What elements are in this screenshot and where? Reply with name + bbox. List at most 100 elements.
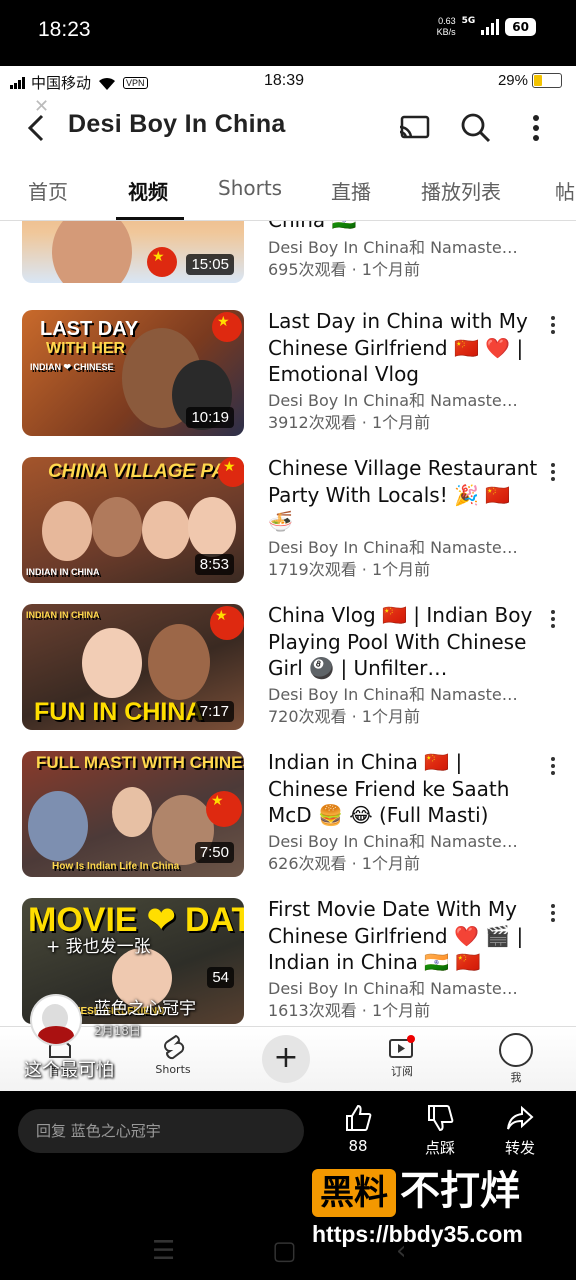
list-item[interactable]: 15:05 China 🇮🇳 Desi Boy In China和 Namast… xyxy=(0,221,576,287)
video-title[interactable]: China 🇮🇳 xyxy=(268,221,538,234)
tab-posts[interactable]: 帖 xyxy=(555,176,575,205)
thumbs-up-icon xyxy=(346,1104,372,1131)
video-channel: Desi Boy In China和 Namaste… xyxy=(268,538,518,557)
video-more-icon[interactable] xyxy=(546,902,560,926)
back-triangle-icon[interactable]: ‹ xyxy=(396,1236,406,1266)
thumbnail-text: LAST DAY xyxy=(40,318,139,340)
chevron-down-icon[interactable] xyxy=(526,1008,548,1022)
video-thumbnail[interactable]: LAST DAY WITH HER INDIAN ❤ CHINESE 10:19 xyxy=(22,310,244,436)
net-speed: 0.63 KB/s xyxy=(437,16,456,38)
nav-label: Shorts xyxy=(155,1063,191,1076)
video-more-icon[interactable] xyxy=(546,314,560,338)
cast-icon[interactable] xyxy=(396,110,432,146)
tab-playlists[interactable]: 播放列表 xyxy=(421,176,501,205)
video-more-icon[interactable] xyxy=(546,461,560,485)
video-title[interactable]: Indian in China 🇨🇳 | Chinese Friend ke S… xyxy=(268,749,538,829)
video-stats: 626次观看 · 1个月前 xyxy=(268,854,420,873)
thumbnail-text: FUN IN CHINA xyxy=(34,698,204,726)
thumbnail-person xyxy=(148,624,210,700)
list-item[interactable]: FULL MASTI WITH CHINESE How Is Indian Li… xyxy=(0,749,576,881)
video-thumbnail[interactable]: CHINA VILLAGE PARTY INDIAN IN CHINA 8:53 xyxy=(22,457,244,583)
video-more-icon[interactable] xyxy=(546,755,560,779)
share-icon xyxy=(507,1105,534,1130)
thumbnail-person xyxy=(112,787,152,837)
share-label: 转发 xyxy=(504,1139,535,1157)
thumbnail-person xyxy=(28,791,88,861)
like-button[interactable]: 88 xyxy=(328,1103,388,1155)
video-more-icon[interactable] xyxy=(546,608,560,632)
video-title[interactable]: Chinese Village Restaurant Party With Lo… xyxy=(268,455,538,535)
video-title[interactable]: Last Day in China with My Chinese Girlfr… xyxy=(268,308,538,388)
wifi-icon xyxy=(99,77,116,90)
watermark-box: 黑料 xyxy=(312,1169,396,1217)
thumbnail-text: WITH HER xyxy=(46,340,126,357)
video-channel: Desi Boy In China和 Namaste… xyxy=(268,979,518,998)
outer-status-bar: 18:23 0.63 KB/s 5G 60 xyxy=(0,0,576,66)
video-duration: 7:17 xyxy=(194,701,234,722)
comment-date: 2月18日 xyxy=(94,1024,141,1038)
list-item[interactable]: MOVIE ❤ DATE CHINESE GIRLFRIEND 54 First… xyxy=(0,896,576,1028)
thumbnail-person xyxy=(52,221,132,283)
outer-status-icons: 0.63 KB/s 5G 60 xyxy=(437,16,536,38)
thumbnail-text: How Is Indian Life In China xyxy=(52,861,180,872)
post-me-too-button[interactable]: + 我也发一张 xyxy=(46,932,151,957)
vpn-badge: VPN xyxy=(123,76,148,89)
video-title[interactable]: China Vlog 🇨🇳 | Indian Boy Playing Pool … xyxy=(268,602,538,682)
nav-subscriptions[interactable]: 订阅 xyxy=(372,1033,432,1079)
tab-videos[interactable]: 视频 xyxy=(128,176,168,205)
screenshot: 中国移动 VPN 18:39 29% ✕ Desi Boy In China 首… xyxy=(0,66,576,1091)
net-speed-value: 0.63 xyxy=(438,16,456,26)
tab-home[interactable]: 首页 xyxy=(28,176,68,205)
create-plus-icon[interactable]: + xyxy=(262,1035,310,1083)
shorts-icon xyxy=(164,1034,185,1060)
battery-percent: 29% xyxy=(497,72,528,89)
tab-live[interactable]: 直播 xyxy=(331,176,371,205)
battery-icon xyxy=(532,73,562,88)
video-thumbnail[interactable]: 15:05 xyxy=(22,221,244,283)
profile-avatar-icon xyxy=(499,1033,533,1067)
nav-shorts[interactable]: Shorts xyxy=(143,1033,203,1076)
thumbnail-person xyxy=(82,628,142,698)
inner-status-bar: 中国移动 VPN 18:39 29% xyxy=(0,66,576,96)
china-flag-icon xyxy=(212,312,242,342)
video-stats: 1613次观看 · 1个月前 xyxy=(268,1001,431,1020)
list-item[interactable]: LAST DAY WITH HER INDIAN ❤ CHINESE 10:19… xyxy=(0,308,576,440)
nav-profile[interactable]: 我 xyxy=(486,1033,546,1085)
share-button[interactable]: 转发 xyxy=(490,1103,550,1158)
thumbnail-text: INDIAN ❤ CHINESE xyxy=(30,362,114,372)
video-title[interactable]: First Movie Date With My Chinese Girlfri… xyxy=(268,896,538,976)
list-item[interactable]: INDIAN IN CHINA FUN IN CHINA 7:17 China … xyxy=(0,602,576,734)
home-square-icon[interactable]: ▢ xyxy=(272,1236,297,1266)
reply-input[interactable]: 回复 蓝色之心冠宇 xyxy=(18,1109,304,1153)
reply-bar: 回复 蓝色之心冠宇 88 点踩 转发 黑料 不打烊 https://bbdy35.… xyxy=(0,1091,576,1280)
back-icon[interactable] xyxy=(20,110,56,146)
avatar[interactable] xyxy=(30,994,82,1046)
video-thumbnail[interactable]: FULL MASTI WITH CHINESE How Is Indian Li… xyxy=(22,751,244,877)
video-duration: 10:19 xyxy=(186,407,234,428)
thumbnail-person xyxy=(188,497,236,557)
tab-shorts[interactable]: Shorts xyxy=(218,176,282,200)
menu-icon[interactable]: ☰ xyxy=(152,1236,175,1266)
watermark: 黑料 不打烊 https://bbdy35.com xyxy=(312,1167,562,1248)
video-duration: 8:53 xyxy=(194,554,234,575)
video-stats: 3912次观看 · 1个月前 xyxy=(268,413,431,432)
video-channel: Desi Boy In China和 Namaste… xyxy=(268,391,518,410)
video-duration: 15:05 xyxy=(186,254,234,275)
thumbnail-person xyxy=(142,501,190,559)
video-thumbnail[interactable]: INDIAN IN CHINA FUN IN CHINA 7:17 xyxy=(22,604,244,730)
list-item[interactable]: CHINA VILLAGE PARTY INDIAN IN CHINA 8:53… xyxy=(0,455,576,587)
thumbs-down-icon xyxy=(428,1105,454,1132)
carrier-label: 中国移动 xyxy=(31,75,92,92)
dislike-label: 点踩 xyxy=(424,1139,455,1157)
dislike-button[interactable]: 点踩 xyxy=(410,1103,470,1158)
china-flag-icon xyxy=(210,606,244,640)
search-icon[interactable] xyxy=(458,110,494,146)
video-channel: Desi Boy In China和 Namaste… xyxy=(268,832,518,851)
app-header: ✕ Desi Boy In China xyxy=(0,96,576,158)
more-vert-icon[interactable] xyxy=(522,110,550,146)
network-type: 5G xyxy=(461,16,476,26)
channel-title: Desi Boy In China xyxy=(68,110,286,138)
video-channel: Desi Boy In China和 Namaste… xyxy=(268,238,518,257)
subscriptions-icon xyxy=(389,1035,415,1058)
video-channel: Desi Boy In China和 Namaste… xyxy=(268,685,518,704)
